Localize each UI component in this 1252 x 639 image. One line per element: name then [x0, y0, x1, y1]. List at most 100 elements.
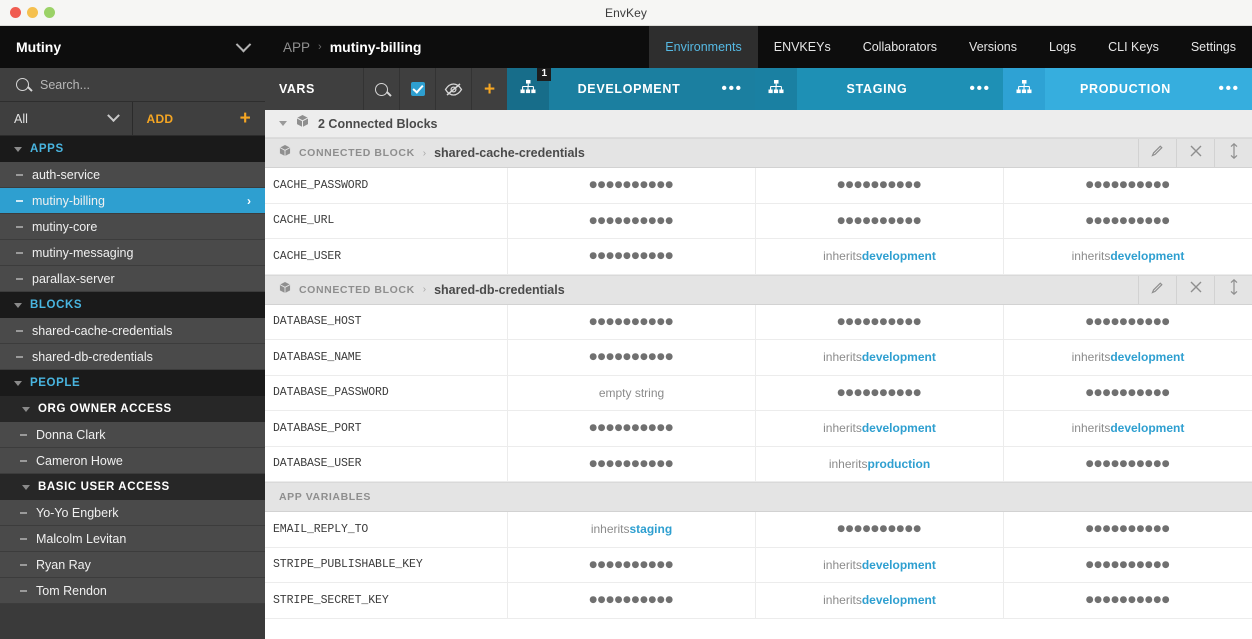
variable-value-cell[interactable]: ●●●●●●●●●● [507, 447, 755, 482]
variable-value-cell[interactable]: inheritsdevelopment [755, 548, 1003, 583]
bullet-dash-icon [16, 278, 23, 280]
variable-value-cell[interactable]: ●●●●●●●●●● [1003, 204, 1252, 239]
variable-value-cell[interactable]: inheritsdevelopment [755, 239, 1003, 274]
sidebar-item-ryan-ray[interactable]: Ryan Ray [0, 552, 265, 578]
org-selector[interactable]: Mutiny [0, 26, 265, 68]
variable-value-cell[interactable]: ●●●●●●●●●● [1003, 168, 1252, 203]
variable-key[interactable]: DATABASE_HOST [265, 305, 507, 340]
variable-value-cell[interactable]: empty string [507, 376, 755, 411]
connected-block-title[interactable]: CONNECTED BLOCK›shared-db-credentials [265, 276, 1138, 304]
environment-menu-button[interactable]: ••• [957, 68, 1003, 110]
sidebar-item-mutiny-core[interactable]: mutiny-core [0, 214, 265, 240]
sidebar-item-donna-clark[interactable]: Donna Clark [0, 422, 265, 448]
variable-value-cell[interactable]: ●●●●●●●●●● [1003, 447, 1252, 482]
variable-value-cell[interactable]: ●●●●●●●●●● [507, 305, 755, 340]
environment-menu-button[interactable]: ••• [1206, 68, 1252, 110]
sidebar-group-people[interactable]: PEOPLE [0, 370, 265, 396]
variable-value-cell[interactable]: ●●●●●●●●●● [507, 340, 755, 375]
variable-key[interactable]: DATABASE_NAME [265, 340, 507, 375]
environment-inheritance-button[interactable] [1003, 68, 1045, 110]
variable-value-cell[interactable]: inheritsstaging [507, 512, 755, 547]
toggle-hide-values-button[interactable] [435, 68, 471, 110]
sidebar-item-parallax-server[interactable]: parallax-server [0, 266, 265, 292]
filter-dropdown[interactable]: All [0, 102, 133, 135]
variable-value-cell[interactable]: inheritsdevelopment [1003, 239, 1252, 274]
variable-value-cell[interactable]: ●●●●●●●●●● [1003, 305, 1252, 340]
sidebar-group-apps[interactable]: APPS [0, 136, 265, 162]
sidebar-group-basic-user-access[interactable]: BASIC USER ACCESS [0, 474, 265, 500]
environment-menu-button[interactable]: ••• [709, 68, 755, 110]
add-button[interactable]: ADD + [133, 102, 266, 135]
sidebar-item-yo-yo-engberk[interactable]: Yo-Yo Engberk [0, 500, 265, 526]
variable-value-cell[interactable]: ●●●●●●●●●● [755, 305, 1003, 340]
variable-value-cell[interactable]: ●●●●●●●●●● [507, 168, 755, 203]
variable-value-cell[interactable]: inheritsdevelopment [755, 340, 1003, 375]
sidebar-item-mutiny-billing[interactable]: mutiny-billing› [0, 188, 265, 214]
select-all-checkbox[interactable] [399, 68, 435, 110]
sections-container: CONNECTED BLOCK›shared-cache-credentials… [265, 138, 1252, 619]
sidebar-item-malcolm-levitan[interactable]: Malcolm Levitan [0, 526, 265, 552]
variable-key[interactable]: STRIPE_PUBLISHABLE_KEY [265, 548, 507, 583]
sidebar-item-auth-service[interactable]: auth-service [0, 162, 265, 188]
variable-value-cell[interactable]: ●●●●●●●●●● [755, 204, 1003, 239]
sidebar-item-label: mutiny-core [32, 220, 97, 234]
sidebar: Mutiny Search... All ADD + APPSauth-serv… [0, 26, 265, 639]
variable-value-cell[interactable]: inheritsdevelopment [1003, 411, 1252, 446]
variable-value-cell[interactable]: inheritsdevelopment [755, 583, 1003, 618]
remove-x-button[interactable] [1176, 276, 1214, 304]
environment-inheritance-button[interactable] [755, 68, 797, 110]
reorder-button[interactable] [1214, 139, 1252, 167]
sidebar-item-shared-db-credentials[interactable]: shared-db-credentials [0, 344, 265, 370]
variable-key[interactable]: CACHE_USER [265, 239, 507, 274]
environment-name[interactable]: STAGING [797, 68, 957, 110]
variable-key[interactable]: DATABASE_PASSWORD [265, 376, 507, 411]
sidebar-item-mutiny-messaging[interactable]: mutiny-messaging [0, 240, 265, 266]
sidebar-group-blocks[interactable]: BLOCKS [0, 292, 265, 318]
environment-name[interactable]: DEVELOPMENT [549, 68, 709, 110]
tab-cli-keys[interactable]: CLI Keys [1092, 26, 1175, 68]
variable-value-cell[interactable]: ●●●●●●●●●● [507, 411, 755, 446]
variable-key[interactable]: CACHE_PASSWORD [265, 168, 507, 203]
variable-value-cell[interactable]: ●●●●●●●●●● [507, 583, 755, 618]
variable-value-cell[interactable]: ●●●●●●●●●● [1003, 376, 1252, 411]
sidebar-item-shared-cache-credentials[interactable]: shared-cache-credentials [0, 318, 265, 344]
sidebar-item-tom-rendon[interactable]: Tom Rendon [0, 578, 265, 604]
variable-value-cell[interactable]: ●●●●●●●●●● [1003, 512, 1252, 547]
environment-name[interactable]: PRODUCTION [1045, 68, 1206, 110]
variable-key[interactable]: CACHE_URL [265, 204, 507, 239]
tab-settings[interactable]: Settings [1175, 26, 1252, 68]
tab-environments[interactable]: Environments [649, 26, 757, 68]
variable-key[interactable]: STRIPE_SECRET_KEY [265, 583, 507, 618]
variable-value-cell[interactable]: ●●●●●●●●●● [1003, 548, 1252, 583]
connected-block-title[interactable]: CONNECTED BLOCK›shared-cache-credentials [265, 139, 1138, 167]
edit-pencil-button[interactable] [1138, 139, 1176, 167]
tab-collaborators[interactable]: Collaborators [847, 26, 953, 68]
variable-value-cell[interactable]: ●●●●●●●●●● [1003, 583, 1252, 618]
tab-versions[interactable]: Versions [953, 26, 1033, 68]
connected-blocks-header[interactable]: 2 Connected Blocks [265, 110, 1252, 138]
variable-value-cell[interactable]: inheritsdevelopment [755, 411, 1003, 446]
edit-pencil-button[interactable] [1138, 276, 1176, 304]
variable-value-cell[interactable]: ●●●●●●●●●● [507, 204, 755, 239]
variable-value-cell[interactable]: ●●●●●●●●●● [755, 376, 1003, 411]
reorder-button[interactable] [1214, 276, 1252, 304]
variable-value-cell[interactable]: inheritsdevelopment [1003, 340, 1252, 375]
variable-key[interactable]: DATABASE_PORT [265, 411, 507, 446]
tab-envkeys[interactable]: ENVKEYs [758, 26, 847, 68]
variable-value-cell[interactable]: ●●●●●●●●●● [507, 239, 755, 274]
variable-value-cell[interactable]: inheritsproduction [755, 447, 1003, 482]
search-vars-button[interactable] [363, 68, 399, 110]
variable-value-cell[interactable]: ●●●●●●●●●● [755, 168, 1003, 203]
add-variable-button[interactable]: + [471, 68, 507, 110]
variable-key[interactable]: EMAIL_REPLY_TO [265, 512, 507, 547]
variable-value-cell[interactable]: ●●●●●●●●●● [507, 548, 755, 583]
variable-key[interactable]: DATABASE_USER [265, 447, 507, 482]
sidebar-item-cameron-howe[interactable]: Cameron Howe [0, 448, 265, 474]
environment-inheritance-button[interactable]: 1 [507, 68, 549, 110]
tab-logs[interactable]: Logs [1033, 26, 1092, 68]
sidebar-group-org-owner-access[interactable]: ORG OWNER ACCESS [0, 396, 265, 422]
sidebar-search[interactable]: Search... [0, 68, 265, 102]
collapse-triangle-icon [14, 381, 22, 386]
variable-value-cell[interactable]: ●●●●●●●●●● [755, 512, 1003, 547]
remove-x-button[interactable] [1176, 139, 1214, 167]
